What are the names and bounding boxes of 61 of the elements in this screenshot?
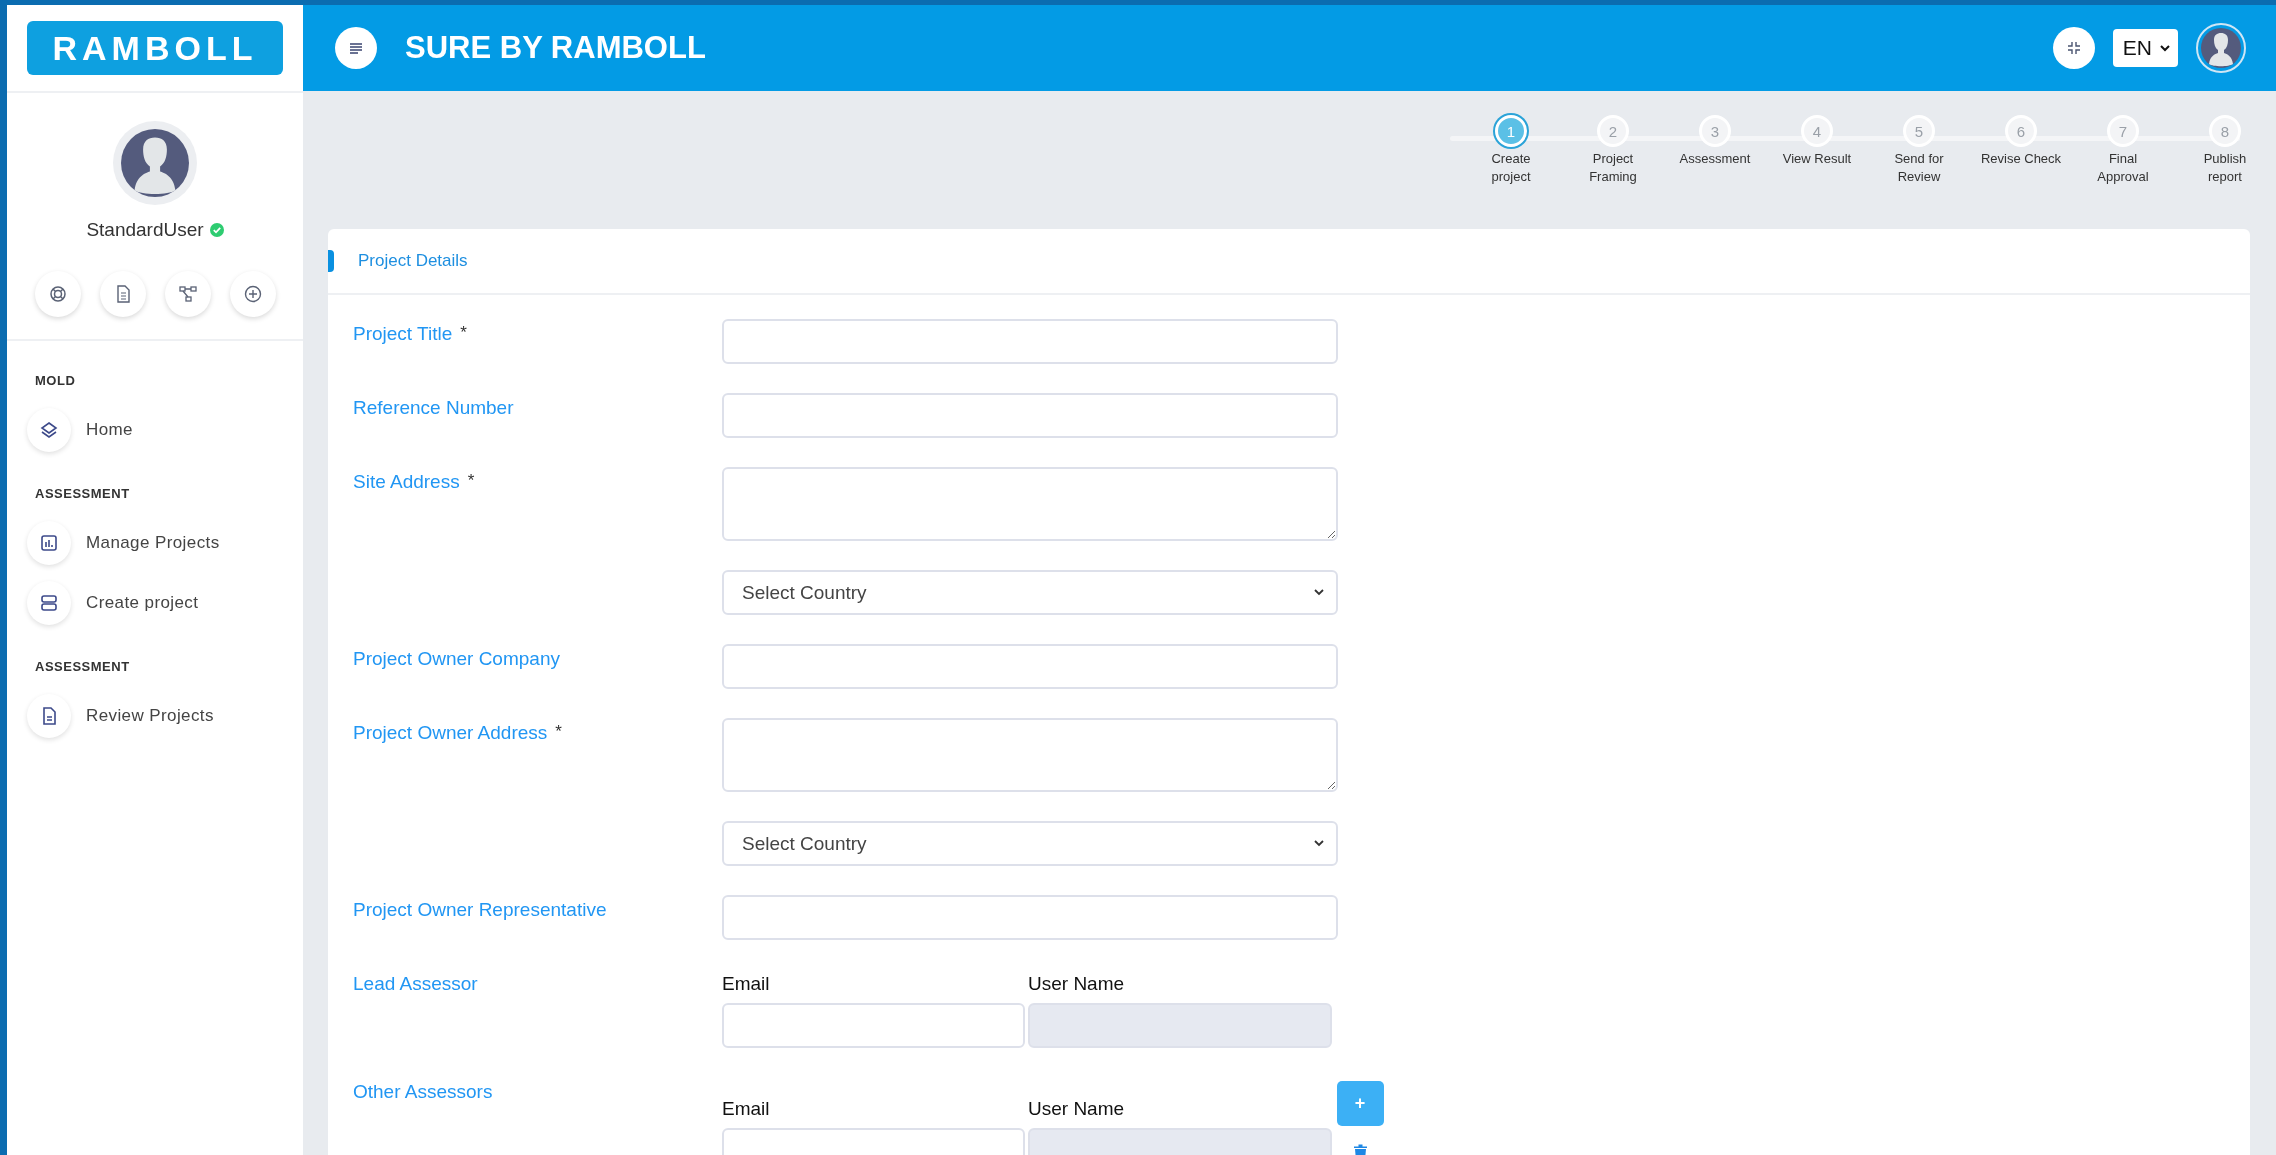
section-heading: ASSESSMENT [35,486,131,501]
required-mark: * [460,323,467,343]
field-label: Project Owner Representative [353,899,607,921]
text-field[interactable] [722,393,1338,438]
collapse-button[interactable] [2052,27,2095,69]
country-select[interactable]: Select Country [722,570,1338,615]
add-icon [242,284,263,304]
language-select[interactable]: EN [2112,29,2178,67]
user-name: StandardUser [86,219,204,241]
field-label: Project Title [353,323,453,345]
section-heading: ASSESSMENT [35,659,131,674]
avatar-icon[interactable] [121,129,189,197]
text-field[interactable] [722,644,1338,689]
hierarchy-button[interactable] [164,271,211,317]
column-label: Email [722,1098,771,1121]
section-heading: MOLD [35,373,77,388]
nav-item[interactable]: Home [27,400,133,460]
step-label[interactable]: Send for Review [1894,150,1944,186]
chevron-down-icon [2160,44,2170,52]
column-label: User Name [1028,1098,1126,1121]
step-label[interactable]: Assessment [1679,150,1751,168]
lifebuoy-icon [47,284,68,304]
hierarchy-icon [177,284,198,304]
chart-icon [39,533,59,553]
trash-icon[interactable] [1353,1144,1367,1155]
field-label: Lead Assessor [353,973,478,995]
required-mark: * [555,722,562,742]
chevron-down-icon [1314,589,1324,596]
collapse-icon [2065,40,2082,56]
column-label: Email [722,973,771,996]
email-field[interactable] [722,1003,1025,1048]
required-mark: * [467,471,475,491]
step-label[interactable]: Publish report [2203,150,2247,186]
chevron-down-icon [1314,840,1324,847]
document-button[interactable] [99,271,146,317]
nav-item[interactable]: Review Projects [27,686,214,746]
step-label[interactable]: Create project [1491,150,1531,186]
tab-indicator [328,250,334,272]
field-label: Project Owner Address [353,722,548,744]
step-label[interactable]: View Result [1782,150,1852,168]
field-label: Other Assessors [353,1081,493,1103]
field-label: Site Address [353,471,460,493]
nav-item[interactable]: Manage Projects [27,513,220,573]
step-label[interactable]: Revise Check [1980,150,2062,168]
avatar-icon[interactable] [2201,28,2241,68]
text-field[interactable] [722,895,1338,940]
field-label: Project Owner Company [353,648,560,670]
menu-button[interactable] [335,27,377,69]
app-title: SURE BY RAMBOLL [405,30,706,66]
add-button[interactable] [229,271,276,317]
nav-item[interactable]: Create project [27,573,199,633]
country-select[interactable]: Select Country [722,821,1338,866]
layers-icon [39,420,59,440]
step-label[interactable]: Final Approval [2097,150,2149,186]
field-label: Reference Number [353,397,514,419]
step-label[interactable]: Project Framing [1589,150,1637,186]
server-icon [39,593,59,613]
lifebuoy-button[interactable] [34,271,81,317]
column-label: User Name [1028,973,1126,996]
card-title: Project Details [358,251,468,271]
text-field[interactable] [722,319,1338,364]
